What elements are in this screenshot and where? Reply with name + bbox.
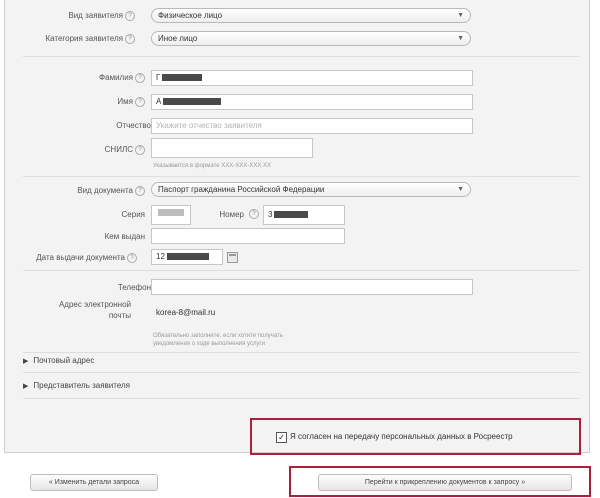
snils-input[interactable] [151, 138, 313, 158]
chevron-down-icon: ▼ [457, 35, 464, 42]
email-label: Адрес электронной почты [58, 300, 131, 320]
email-hint: Обязательно заполните, если хотите получ… [153, 333, 283, 347]
chevron-down-icon: ▼ [457, 186, 464, 193]
expand-triangle-icon: ▶ [23, 358, 29, 365]
issue-date-value: 12 [156, 252, 165, 261]
applicant-type-select[interactable]: Физическое лицо ▼ [151, 8, 471, 23]
surname-input[interactable]: Г [151, 70, 473, 86]
issued-by-input[interactable] [151, 228, 345, 244]
email-input[interactable]: korea-8@mail.ru [151, 305, 311, 321]
name-label: Имя? [25, 97, 145, 107]
help-icon[interactable]: ? [125, 34, 135, 44]
issue-date-label: Дата выдачи документа? [11, 253, 137, 263]
series-label: Серия [121, 210, 145, 219]
divider [23, 398, 579, 399]
document-type-select[interactable]: Паспорт гражданина Российской Федерации … [151, 182, 471, 197]
postal-address-section[interactable]: ▶ Почтовый адрес [23, 356, 583, 365]
applicant-category-value: Иное лицо [158, 34, 198, 43]
applicant-category-label: Категория заявителя? [25, 34, 135, 44]
phone-input[interactable] [151, 279, 473, 295]
email-value: korea-8@mail.ru [156, 308, 216, 317]
calendar-icon[interactable] [227, 252, 238, 263]
help-icon[interactable]: ? [249, 209, 259, 219]
applicant-category-select[interactable]: Иное лицо ▼ [151, 31, 471, 46]
surname-value: Г [156, 73, 161, 82]
document-type-label: Вид документа? [25, 186, 145, 196]
name-value: А [156, 97, 162, 106]
representative-title: Представитель заявителя [33, 381, 131, 390]
snils-hint: Указывается в формате XXX-XXX-XXX XX [153, 163, 271, 169]
postal-address-title: Почтовый адрес [33, 356, 95, 365]
back-button[interactable]: « Изменить детали запроса [30, 474, 158, 491]
divider [23, 176, 579, 177]
redacted-text [163, 98, 222, 106]
chevron-down-icon: ▼ [457, 12, 464, 19]
consent-label: Я согласен на передачу персональных данн… [290, 432, 513, 441]
help-icon[interactable]: ? [127, 253, 137, 263]
help-icon[interactable]: ? [135, 97, 145, 107]
phone-label: Телефон [117, 283, 151, 292]
document-type-value: Паспорт гражданина Российской Федерации [158, 185, 325, 194]
divider [23, 270, 579, 271]
number-input[interactable]: 3 [263, 205, 345, 225]
name-input[interactable]: А [151, 94, 473, 110]
help-icon[interactable]: ? [125, 11, 135, 21]
redacted-text [162, 74, 203, 82]
next-button[interactable]: Перейти к прикреплению документов к запр… [318, 474, 572, 491]
help-icon[interactable]: ? [135, 73, 145, 83]
applicant-type-value: Физическое лицо [158, 11, 223, 20]
number-value: 3 [268, 210, 273, 219]
patronymic-label: Отчество [116, 121, 151, 130]
issue-date-input[interactable]: 12 [151, 249, 223, 265]
redacted-text [166, 253, 209, 261]
expand-triangle-icon: ▶ [23, 383, 29, 390]
issued-by-label: Кем выдан [104, 232, 145, 241]
snils-label: СНИЛС? [25, 145, 145, 155]
applicant-type-label: Вид заявителя? [25, 11, 135, 21]
representative-section[interactable]: ▶ Представитель заявителя [23, 381, 583, 390]
patronymic-input[interactable]: Укажите отчество заявителя [151, 118, 473, 134]
help-icon[interactable]: ? [135, 186, 145, 196]
consent-checkbox[interactable]: ✓ [276, 432, 287, 443]
redacted-text [274, 211, 309, 219]
divider [23, 56, 579, 57]
number-label: Номер [219, 210, 244, 219]
patronymic-placeholder: Укажите отчество заявителя [156, 121, 262, 130]
help-icon[interactable]: ? [135, 145, 145, 155]
surname-label: Фамилия? [25, 73, 145, 83]
divider [23, 372, 579, 373]
divider [23, 352, 579, 353]
series-input[interactable] [151, 205, 191, 225]
redacted-text [158, 209, 184, 217]
form-panel: Вид заявителя? Физическое лицо ▼ Категор… [4, 0, 590, 453]
